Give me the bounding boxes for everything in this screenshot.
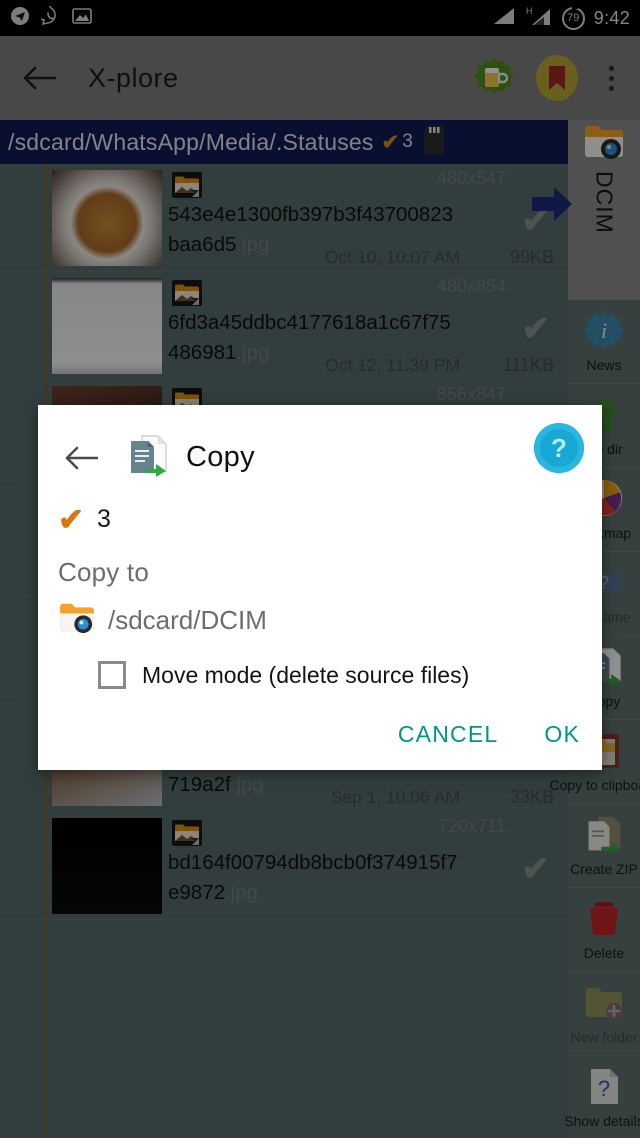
file-thumbnail[interactable] <box>52 170 162 266</box>
sidebar-item-label: Delete <box>583 945 625 961</box>
move-mode-checkbox[interactable] <box>98 661 126 689</box>
status-indicators: H 79 9:42 <box>492 5 630 32</box>
path-selected-check-icon: ✔ <box>381 130 400 154</box>
sidebar-item-label: Create ZIP <box>570 861 638 877</box>
battery-icon: 79 <box>561 5 585 30</box>
help-icon[interactable]: ? <box>534 423 584 473</box>
copy-files-icon <box>126 433 170 482</box>
path-bar[interactable]: /sdcard/WhatsApp/Media/.Statuses ✔ 3 <box>0 120 568 164</box>
dialog-buttons: CANCEL OK <box>398 721 580 748</box>
file-select-check-icon[interactable]: ✔ <box>522 852 551 886</box>
sidebar-item-delete[interactable]: Delete <box>568 888 640 972</box>
telegram-icon <box>10 6 30 31</box>
dialog-title: Copy <box>186 441 255 473</box>
file-date: Sep 1, 10:06 AM <box>330 787 460 807</box>
action-bar-actions <box>472 55 624 101</box>
destination-row[interactable]: /sdcard/DCIM <box>38 588 602 639</box>
file-size: 33KB <box>509 787 554 807</box>
arrow-right-icon <box>530 182 574 231</box>
donate-beer-icon[interactable] <box>472 56 516 100</box>
copy-to-label: Copy to <box>58 557 150 587</box>
more-options-icon[interactable] <box>598 56 624 100</box>
copy-dialog[interactable]: Copy ? ✔ 3 Copy to /sdcard/DCIM Move mod… <box>38 405 602 770</box>
thumbnail-image <box>52 818 162 914</box>
cancel-button[interactable]: CANCEL <box>398 721 499 748</box>
sidebar-item-label: New folder <box>570 1029 638 1045</box>
svg-text:?: ? <box>598 1076 610 1101</box>
screen: X-plore /sdcard/WhatsApp/Media/.Statuses… <box>0 0 640 1138</box>
file-row[interactable]: 543e4e1300fb397b3f43700823baa6d5.jpg 480x… <box>0 164 568 272</box>
status-notifications <box>10 2 92 31</box>
file-extension: .jpg <box>230 773 264 796</box>
status-bar: H 79 9:42 <box>0 0 640 36</box>
action-bar: X-plore <box>0 36 640 120</box>
folder-camera-icon <box>58 602 96 639</box>
svg-text:H: H <box>526 6 533 16</box>
sidebar-item-label: Show details <box>564 1113 640 1129</box>
file-date: Oct 12, 11:39 PM <box>325 355 460 375</box>
sidebar-item-label: News <box>586 357 622 373</box>
gallery-icon <box>72 7 92 30</box>
hspa-signal-icon: H <box>525 5 553 32</box>
sidebar-item-news[interactable]: i News <box>568 300 640 384</box>
folder-camera-icon <box>583 124 625 165</box>
sidebar-item-create-zip[interactable]: Create ZIP <box>568 804 640 888</box>
thumbnail-image <box>52 278 162 374</box>
file-thumbnail[interactable] <box>52 818 162 914</box>
move-mode-label: Move mode (delete source files) <box>142 661 470 688</box>
move-mode-row[interactable]: Move mode (delete source files) <box>38 639 602 689</box>
path-selected-count: 3 <box>402 131 413 152</box>
file-thumbnail[interactable] <box>52 278 162 374</box>
ok-button[interactable]: OK <box>544 721 580 748</box>
file-size: 99KB <box>509 247 554 267</box>
file-size: 111KB <box>502 355 554 375</box>
current-path: /sdcard/WhatsApp/Media/.Statuses <box>8 128 374 155</box>
back-button[interactable] <box>16 55 62 101</box>
svg-text:i: i <box>601 318 607 343</box>
image-file-icon <box>172 172 202 198</box>
signal-icon <box>492 6 516 31</box>
zip-icon <box>584 814 624 859</box>
file-extension: .jpg <box>236 233 270 256</box>
info-badge-icon: i <box>584 310 624 355</box>
trash-icon <box>584 898 624 943</box>
sidebar-pane-label: DCIM <box>591 171 618 234</box>
selected-count: 3 <box>96 505 111 533</box>
selected-check-icon: ✔ <box>58 502 84 537</box>
file-dimensions: 480x547 <box>436 168 506 188</box>
dialog-header: Copy ? <box>38 405 602 482</box>
file-dimensions: 720x711 <box>438 816 506 836</box>
file-row[interactable]: 6fd3a45ddbc4177618a1c67f75486981.jpg 480x… <box>0 272 568 380</box>
file-extension: .jpg <box>225 881 259 904</box>
sidebar-pane-header[interactable]: DCIM <box>532 120 640 300</box>
thumbnail-image <box>52 170 162 266</box>
battery-level: 79 <box>567 12 580 24</box>
whatsapp-icon <box>35 2 61 31</box>
dialog-back-button[interactable] <box>64 445 106 471</box>
file-date: Oct 10, 10:07 AM <box>324 247 460 267</box>
sidebar-item-label: Copy to clipboard <box>549 777 640 793</box>
app-title: X-plore <box>88 62 179 93</box>
image-file-icon <box>172 280 202 306</box>
selected-count-row: ✔ 3 <box>38 482 602 535</box>
file-dimensions: 856x847 <box>436 384 506 404</box>
file-name: bd164f00794db8bcb0f374915f7e9872.jpg <box>168 851 458 904</box>
sidebar-item-show-details[interactable]: ? Show details <box>564 1056 640 1138</box>
sdcard-icon[interactable] <box>422 125 446 160</box>
file-extension: .jpg <box>236 341 270 364</box>
file-row[interactable]: bd164f00794db8bcb0f374915f7e9872.jpg 720x… <box>0 812 568 920</box>
new-folder-icon <box>584 982 624 1027</box>
details-icon: ? <box>584 1066 624 1111</box>
image-file-icon <box>172 820 202 846</box>
destination-path: /sdcard/DCIM <box>108 605 267 635</box>
bookmark-icon[interactable] <box>536 55 578 101</box>
file-dimensions: 480x854 <box>436 276 506 296</box>
clock: 9:42 <box>593 7 630 28</box>
sidebar-item-new-folder[interactable]: New folder <box>568 972 640 1056</box>
file-select-check-icon[interactable]: ✔ <box>522 312 551 346</box>
